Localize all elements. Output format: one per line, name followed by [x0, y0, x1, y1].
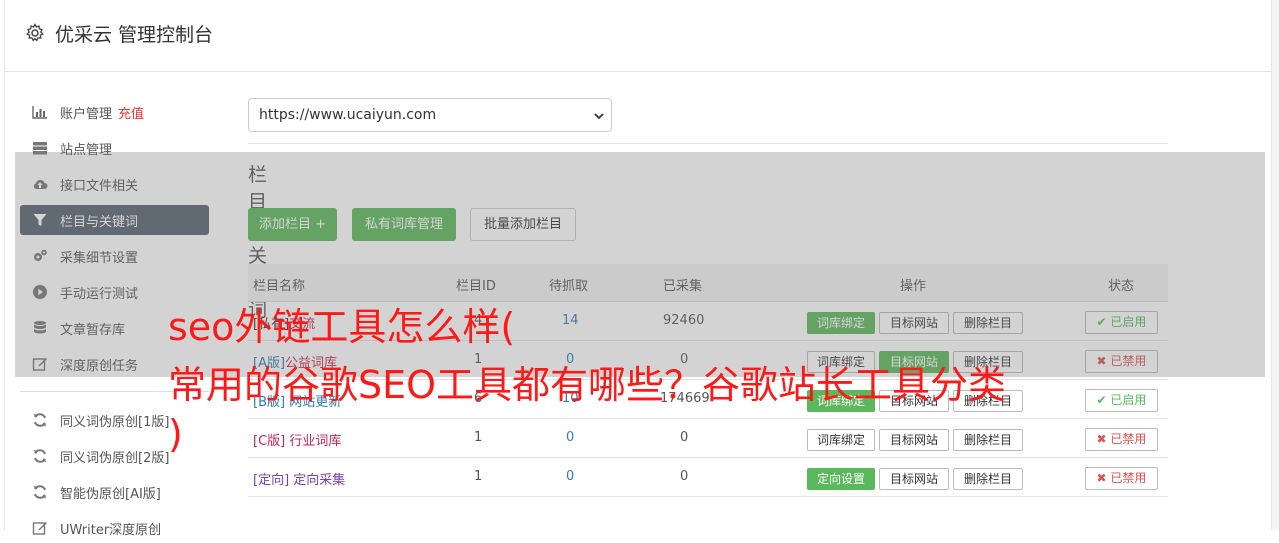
status-label: 已启用: [1110, 393, 1147, 407]
target-site-button[interactable]: 目标网站: [879, 468, 949, 490]
lexicon-bind-button[interactable]: 词库绑定: [807, 429, 875, 451]
status-label: 已禁用: [1110, 471, 1147, 485]
row-pending[interactable]: 0: [566, 430, 574, 445]
recharge-link[interactable]: 充值: [118, 107, 144, 122]
row-name[interactable]: 行业词库: [289, 434, 341, 449]
gear-icon: [26, 23, 44, 42]
row-tag: [C版]: [253, 434, 286, 449]
sidebar-item-label: 智能伪原创[AI版]: [60, 487, 161, 502]
headline-line-1: seo外链工具怎么样(: [168, 305, 516, 349]
status-toggle[interactable]: ✖ 已禁用: [1085, 467, 1158, 490]
headline-line-2: 常用的谷歌SEO工具都有哪些？谷歌站长工具分类: [168, 363, 1007, 407]
row-name[interactable]: 定向采集: [293, 473, 345, 488]
site-select-value: https://www.ucaiyun.com: [259, 107, 437, 123]
target-site-button[interactable]: 目标网站: [879, 429, 949, 451]
sidebar-item-label: 同义词伪原创[2版]: [60, 451, 170, 466]
top-header: 优采云 管理控制台: [5, 0, 1273, 72]
status-toggle[interactable]: ✔ 已启用: [1085, 389, 1158, 412]
chevron-down-icon: [594, 113, 604, 120]
refresh-icon: [33, 413, 47, 427]
sidebar-item-label: 同义词伪原创[1版]: [60, 415, 170, 430]
delete-column-button[interactable]: 删除栏目: [953, 468, 1023, 490]
row-id: 1: [474, 430, 483, 445]
row-pending[interactable]: 0: [566, 469, 574, 484]
console-title: 优采云 管理控制台: [55, 24, 214, 46]
bar-chart-icon: [32, 106, 47, 119]
sidebar-item-label: UWriter深度原创: [60, 523, 162, 538]
sidebar-item-uwriter[interactable]: UWriter深度原创: [20, 513, 209, 543]
headline-line-3: ): [168, 412, 183, 456]
row-tag: [定向]: [253, 473, 290, 488]
site-select[interactable]: https://www.ucaiyun.com: [248, 98, 612, 132]
direct-setting-button[interactable]: 定向设置: [807, 468, 875, 490]
row-collected: 0: [680, 469, 689, 484]
edit-icon: [32, 522, 47, 535]
refresh-icon: [33, 449, 47, 463]
row-collected: 0: [680, 430, 689, 445]
delete-column-button[interactable]: 删除栏目: [953, 429, 1023, 451]
table-row: [定向] 定向采集 1 0 0 定向设置 目标网站 删除栏目 ✖ 已禁用: [248, 458, 1168, 497]
row-id: 1: [474, 469, 483, 484]
status-toggle[interactable]: ✖ 已禁用: [1085, 428, 1158, 451]
table-row: [C版] 行业词库 1 0 0 词库绑定 目标网站 删除栏目 ✖ 已禁用: [248, 419, 1168, 458]
sidebar-item-label: 账户管理: [60, 107, 113, 122]
sidebar-item-ai-rewrite[interactable]: 智能伪原创[AI版]: [20, 477, 209, 507]
scrollbar[interactable]: [1272, 0, 1279, 530]
divider: [248, 143, 1168, 144]
status-label: 已禁用: [1110, 432, 1147, 446]
sidebar-item-account[interactable]: 账户管理 充值: [20, 97, 209, 127]
refresh-icon: [33, 485, 47, 499]
